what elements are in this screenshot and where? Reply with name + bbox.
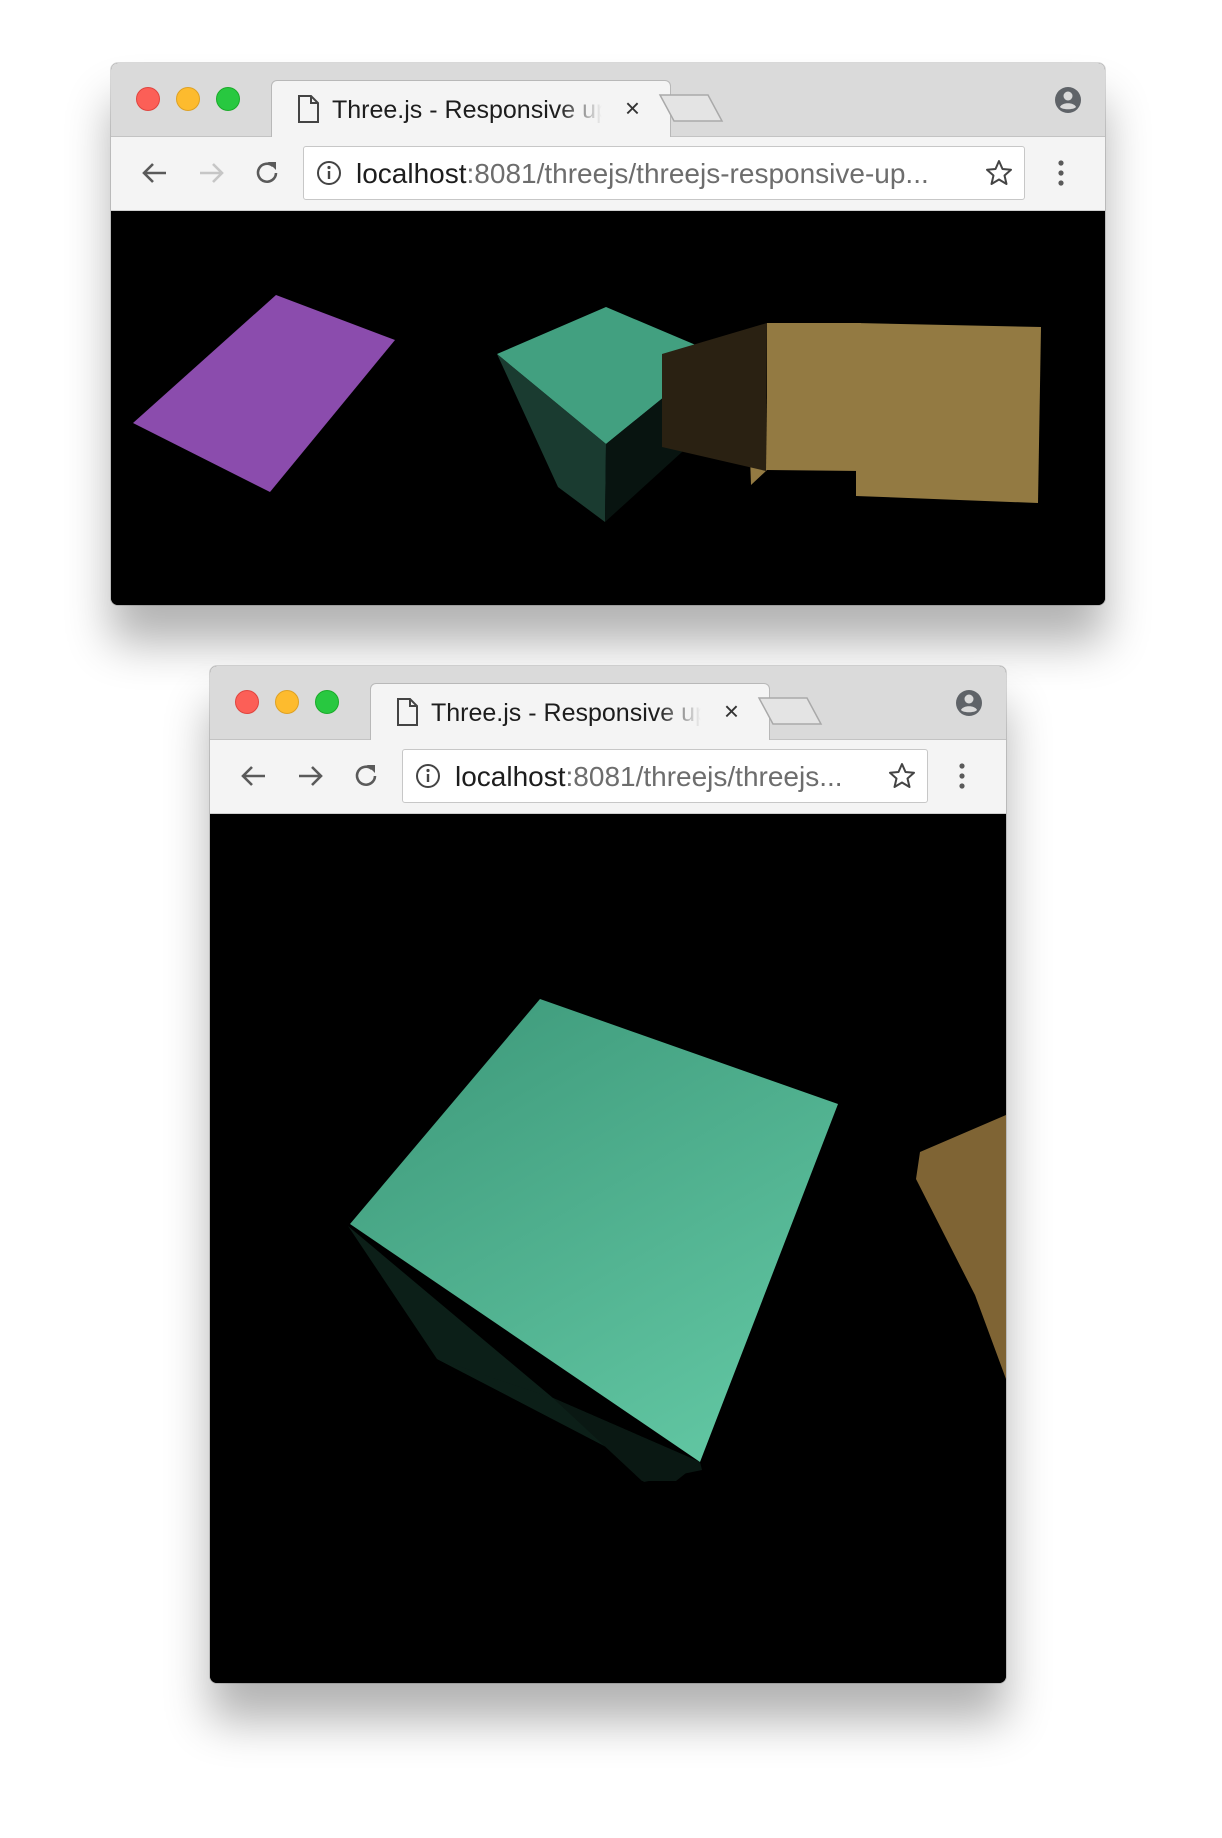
gold-rotating-cube <box>662 323 1041 503</box>
url-path: :8081/threejs/threejs... <box>565 761 843 792</box>
threejs-scene <box>133 295 1041 522</box>
tab-strip: Three.js - Responsive update × <box>210 666 1006 740</box>
url-host: localhost <box>455 761 566 792</box>
star-icon[interactable] <box>887 761 917 791</box>
url-text[interactable]: localhost:8081/threejs/threejs-responsiv… <box>356 158 929 190</box>
gold-rotating-cube <box>916 1115 1006 1379</box>
url-host: localhost <box>356 158 467 189</box>
profile-icon[interactable] <box>954 688 984 718</box>
document-icon <box>298 95 319 123</box>
purple-rotating-plane <box>133 295 395 492</box>
forward-arrow-icon[interactable] <box>294 760 326 792</box>
close-window-button[interactable] <box>136 87 160 111</box>
close-window-button[interactable] <box>235 690 259 714</box>
profile-icon[interactable] <box>1053 85 1083 115</box>
zoom-window-button[interactable] <box>216 87 240 111</box>
threejs-canvas[interactable] <box>111 211 1105 605</box>
star-icon[interactable] <box>984 158 1014 188</box>
minimize-window-button[interactable] <box>176 87 200 111</box>
info-icon[interactable] <box>415 763 441 789</box>
browser-toolbar: localhost:8081/threejs/threejs-responsiv… <box>111 137 1105 211</box>
browser-toolbar: localhost:8081/threejs/threejs... <box>210 740 1006 814</box>
info-icon[interactable] <box>316 160 342 186</box>
tab-active[interactable]: Three.js - Responsive update × <box>271 80 671 137</box>
browser-window-narrow: Three.js - Responsive update × <box>210 666 1006 1683</box>
back-arrow-icon[interactable] <box>139 157 171 189</box>
forward-arrow-icon[interactable] <box>195 157 227 189</box>
address-bar[interactable]: localhost:8081/threejs/threejs... <box>402 749 928 803</box>
new-tab-icon[interactable] <box>757 696 823 726</box>
tab-strip: Three.js - Responsive update × <box>111 63 1105 137</box>
tab-title: Three.js - Responsive update <box>431 699 701 727</box>
threejs-scene <box>348 999 1006 1482</box>
screenshot-page: Three.js - Responsive update × <box>0 0 1222 1838</box>
document-icon <box>397 698 418 726</box>
reload-icon[interactable] <box>251 157 283 189</box>
back-arrow-icon[interactable] <box>238 760 270 792</box>
reload-icon[interactable] <box>350 760 382 792</box>
new-tab-icon[interactable] <box>658 93 724 123</box>
url-text[interactable]: localhost:8081/threejs/threejs... <box>455 761 843 793</box>
tab-title: Three.js - Responsive update <box>332 96 602 124</box>
browser-window-wide: Three.js - Responsive update × <box>111 63 1105 605</box>
close-icon[interactable]: × <box>625 93 640 123</box>
more-vertical-icon[interactable] <box>1055 157 1067 189</box>
address-bar[interactable]: localhost:8081/threejs/threejs-responsiv… <box>303 146 1025 200</box>
teal-rotating-cube <box>348 999 838 1482</box>
more-vertical-icon[interactable] <box>956 760 968 792</box>
close-icon[interactable]: × <box>724 696 739 726</box>
minimize-window-button[interactable] <box>275 690 299 714</box>
tab-active[interactable]: Three.js - Responsive update × <box>370 683 770 740</box>
zoom-window-button[interactable] <box>315 690 339 714</box>
threejs-canvas[interactable] <box>210 814 1006 1683</box>
url-path: :8081/threejs/threejs-responsive-up... <box>466 158 929 189</box>
